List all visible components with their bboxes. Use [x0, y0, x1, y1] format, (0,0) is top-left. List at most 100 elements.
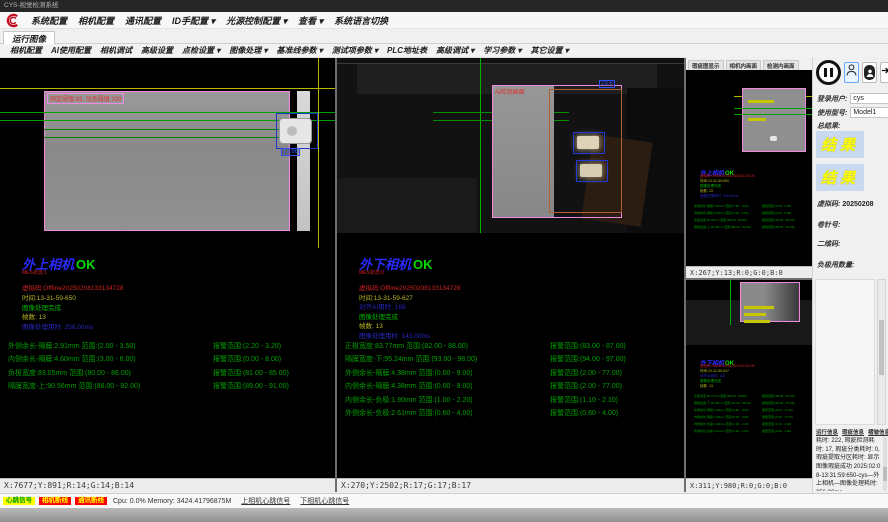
- menu-item-language-switch[interactable]: 系统语言切换: [334, 14, 388, 27]
- menu-item-light-config[interactable]: 光源控制配置 ▾: [226, 14, 287, 27]
- yellow-callout: [744, 320, 770, 323]
- yellow-guide-line-vertical: [318, 58, 319, 248]
- green-guide-line: [730, 280, 731, 325]
- green-measure-line: [734, 108, 812, 109]
- thumbnail-view-lower[interactable]: 外下相机OK 虚拟码:Offline20250208133134728 时间:1…: [686, 280, 812, 478]
- menu-item-system-config[interactable]: 系统配置: [31, 14, 67, 27]
- toolbar-baseline-params[interactable]: 基准线参数 ▾: [277, 45, 323, 56]
- thumb-tab-defect-display[interactable]: 瑕疵图显示: [688, 60, 724, 70]
- measurement-list: 正极宽度:83.77mm 范围:(82.00 - 88.00) 报警范围:(83.…: [337, 341, 684, 421]
- measurement-value: 正极宽度:83.77mm 范围:(82.00 - 88.00): [694, 394, 747, 398]
- window-title: CYS-视觉检测系统: [4, 2, 59, 9]
- measurement-row: 外侧余长-隔膜:2.91mm 范围:(2.00 - 3.50)报警范围:(2.2…: [694, 204, 749, 208]
- scrollbar-thumb[interactable]: [883, 467, 887, 481]
- camera-view-lower[interactable]: AI检测画面 23.6 外下相机OK MES状态:0 虚拟码:Offline20…: [337, 58, 684, 478]
- measurement-row: 内侧余长-负极:1.90mm 范围:(1.00 - 2.20)报警范围:(1.1…: [694, 422, 749, 426]
- logout-button[interactable]: [880, 62, 888, 83]
- toolbar-camera-debug[interactable]: 相机调试: [100, 45, 132, 56]
- model-input[interactable]: Model1: [850, 107, 888, 118]
- status-bar: 心跳信号 相机断线 通讯断线 Cpu: 0.0% Memory: 3424.41…: [0, 493, 888, 508]
- result-box-lower: 结果: [816, 164, 864, 191]
- thumbnail-tabs: 瑕疵图显示 相机内画面 检测内画面: [686, 57, 812, 70]
- user-login-button[interactable]: [844, 62, 859, 83]
- toolbar-plc-address[interactable]: PLC地址表: [387, 45, 427, 56]
- yellow-guide-line: [0, 88, 335, 89]
- yellow-callout: [748, 118, 766, 121]
- measurement-value: 内侧余长-负极:1.90mm 范围:(1.00 - 2.20): [345, 395, 473, 405]
- model-row: 使用型号: Model1: [817, 107, 888, 118]
- green-measure-line: [734, 114, 812, 115]
- frame-count-line: 帧数: 13: [359, 320, 383, 330]
- toolbar-spot-check[interactable]: 点检设置 ▾: [182, 45, 220, 56]
- yellow-callout: [744, 306, 774, 309]
- menu-item-comm-config[interactable]: 通讯配置: [125, 14, 161, 27]
- thumbnail-view-upper[interactable]: 外上相机OK 虚拟码:Offline20250208133134728 时间:1…: [686, 70, 812, 266]
- log-scrollbar[interactable]: [883, 437, 887, 491]
- pause-button[interactable]: [816, 60, 841, 85]
- toolbar-learning-params[interactable]: 学习参数 ▾: [483, 45, 521, 56]
- measurement-value: 外侧余长-负极:2.61mm 范围:(0.60 - 4.00): [345, 408, 473, 418]
- alarm-range: 报警范围:(0.00 - 8.00): [213, 354, 281, 364]
- camera-view-upper[interactable]: 固定阈值:93, 动态阈值:100 23.66 外上相机OK MES状态:1 虚…: [0, 58, 335, 478]
- alarm-range: 报警范围:(89.00 - 91.00): [762, 225, 795, 229]
- toolbar-camera-config[interactable]: 相机配置: [10, 45, 42, 56]
- toolbar-other-settings[interactable]: 其它设置 ▾: [531, 45, 569, 56]
- alarm-range: 报警范围:(1.10 - 2.10): [550, 395, 618, 405]
- measure-tag: 23.66: [281, 148, 300, 156]
- process-status-line: 图像处理完成: [22, 302, 61, 312]
- measurement-value: 内侧余长-负极:1.90mm 范围:(1.00 - 2.20): [694, 422, 749, 426]
- menu-item-id-config[interactable]: ID手配置 ▾: [172, 14, 215, 27]
- toolbar-advanced-debug[interactable]: 高级调试 ▾: [436, 45, 474, 56]
- alarm-range: 报警范围:(1.10 - 2.10): [762, 422, 791, 426]
- toolbar-test-params[interactable]: 测试项参数 ▾: [332, 45, 378, 56]
- measurement-value: 内侧余长-隔膜:4.38mm 范围:(0.00 - 9.00): [345, 381, 473, 391]
- measurement-value: 正极宽度:83.77mm 范围:(82.00 - 88.00): [345, 341, 468, 351]
- user-profile-button[interactable]: [862, 62, 877, 83]
- ai-view-label: AI检测画面: [495, 87, 525, 96]
- scrollbar-thumb[interactable]: [879, 320, 884, 375]
- model-label: 使用型号:: [817, 108, 847, 118]
- log-tab-wrinkle-info[interactable]: 褶皱信息: [868, 428, 888, 436]
- alarm-range: 报警范围:(83.00 - 87.00): [762, 394, 795, 398]
- alarm-range: 报警范围:(94.00 - 97.00): [762, 401, 795, 405]
- measurement-row: 内侧余长-负极:1.90mm 范围:(1.00 - 2.20) 报警范围:(1.1…: [337, 395, 684, 408]
- thumb-tab-camera-view[interactable]: 相机内画面: [726, 60, 762, 70]
- toolbar-advanced-settings[interactable]: 高级设置: [141, 45, 173, 56]
- alarm-range: 报警范围:(83.00 - 87.00): [550, 341, 626, 351]
- time-line: 时间:13-31-59-650: [22, 292, 76, 302]
- menu-item-camera-config[interactable]: 相机配置: [78, 14, 114, 27]
- measurement-row: 正极宽度:83.77mm 范围:(82.00 - 88.00) 报警范围:(83.…: [337, 341, 684, 354]
- pause-icon: [830, 68, 833, 77]
- process-time-line: 图像处理用时: 256.00ms: [700, 194, 738, 199]
- needle-no-field: 卷针号:: [817, 220, 842, 230]
- result-list-box[interactable]: [815, 279, 875, 425]
- log-tab-run-info[interactable]: 运行信息: [816, 428, 838, 436]
- log-tab-defect-info[interactable]: 瑕疵信息: [842, 428, 864, 436]
- tab-run-image[interactable]: 运行图像: [3, 31, 55, 44]
- ok-status: OK: [76, 257, 96, 272]
- measurement-value: 隔膜宽度-下:95.24mm 范围:(93.00 - 98.00): [345, 354, 477, 364]
- frame-count-line: 帧数: 13: [22, 311, 46, 321]
- menu-bar: 系统配置 相机配置 通讯配置 ID手配置 ▾ 光源控制配置 ▾ 查看 ▾ 系统语…: [0, 12, 888, 29]
- measurement-value: 外侧余长-隔膜:2.91mm 范围:(2.00 - 3.50): [8, 341, 136, 351]
- menu-item-view[interactable]: 查看 ▾: [298, 14, 323, 27]
- alarm-range: 报警范围:(0.00 - 8.00): [762, 211, 791, 215]
- title-bar: CYS-视觉检测系统: [0, 0, 888, 12]
- process-time-line: 图像处理用时: 143.00ms: [359, 330, 430, 340]
- login-user-input[interactable]: cys: [850, 93, 888, 104]
- panel-scrollbar[interactable]: [877, 279, 886, 425]
- toolbar-ai-config[interactable]: AI使用配置: [51, 45, 91, 56]
- camera-offline-badge: 相机断线: [39, 497, 71, 506]
- virtual-code-value: 20250208: [842, 201, 873, 208]
- pixel-coordinate-bar-thumb-top: X:267;Y:13;R:0;G:0;B:0: [686, 266, 812, 278]
- measurement-row: 隔膜宽度-上:90.56mm 范围:(88.00 - 92.00)报警范围:(8…: [0, 381, 335, 394]
- panel-buttons: [816, 60, 888, 85]
- toolbar: 相机配置 AI使用配置 相机调试 高级设置 点检设置 ▾ 图像处理 ▾ 基准线参…: [0, 44, 888, 58]
- yellow-callout: [744, 313, 766, 316]
- log-tabs: 运行信息 瑕疵信息 褶皱信息: [816, 428, 888, 436]
- upper-camera-heartbeat: 上相机心跳信号: [241, 496, 290, 506]
- qr-code-field: 二维码:: [817, 239, 842, 249]
- thumb-tab-detect-view[interactable]: 检测内画面: [763, 60, 799, 70]
- toolbar-image-processing[interactable]: 图像处理 ▾: [229, 45, 267, 56]
- detection-box: [276, 113, 318, 149]
